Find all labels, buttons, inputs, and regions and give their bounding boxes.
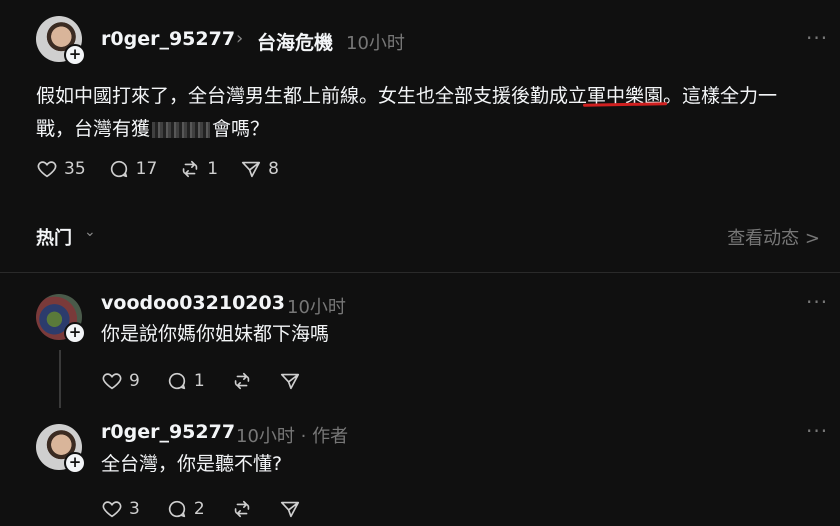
comment-button[interactable]: 2 bbox=[166, 498, 205, 520]
repost-button[interactable] bbox=[231, 370, 253, 392]
avatar[interactable]: + bbox=[36, 16, 86, 66]
reply-actions: 9 1 bbox=[101, 370, 301, 392]
share-button[interactable] bbox=[279, 370, 301, 392]
like-count: 9 bbox=[129, 371, 140, 391]
sort-hot-label[interactable]: 热门 bbox=[36, 224, 72, 250]
reply-username[interactable]: r0ger_95277 bbox=[101, 421, 235, 443]
timestamp: 10小时 bbox=[346, 33, 405, 54]
heart-icon bbox=[102, 373, 122, 390]
plus-icon[interactable]: + bbox=[64, 322, 86, 344]
like-button[interactable]: 3 bbox=[101, 498, 140, 520]
plus-icon[interactable]: + bbox=[64, 44, 86, 66]
more-icon[interactable]: ··· bbox=[806, 26, 828, 50]
reply-timestamp: 10小时 bbox=[287, 297, 346, 318]
like-button[interactable]: 9 bbox=[101, 370, 140, 392]
post-text-underlined: 軍中樂園 bbox=[587, 85, 664, 107]
post-body: 假如中國打來了，全台灣男生都上前線。女生也全部支援後勤成立軍中樂園。這樣全力一 … bbox=[36, 80, 826, 146]
like-count: 35 bbox=[64, 159, 86, 179]
repost-icon bbox=[234, 500, 249, 518]
comment-button[interactable]: 1 bbox=[166, 370, 205, 392]
post-text-line2-b: 會嗎？ bbox=[212, 118, 270, 140]
repost-button[interactable] bbox=[231, 498, 253, 520]
more-icon[interactable]: ··· bbox=[806, 419, 828, 443]
avatar[interactable]: + bbox=[36, 424, 86, 474]
reply-text: 你是說你媽你姐妹都下海嗎 bbox=[101, 323, 330, 345]
post-text-part1: 假如中國打來了，全台灣男生都上前線。女生也全部支援後勤成立 bbox=[36, 85, 588, 107]
comment-count: 1 bbox=[193, 371, 205, 391]
repost-count: 1 bbox=[207, 159, 219, 179]
comment-icon bbox=[110, 160, 127, 178]
comment-count: 2 bbox=[193, 499, 205, 519]
heart-icon bbox=[102, 501, 122, 518]
like-button[interactable]: 35 bbox=[36, 158, 86, 180]
thread-line bbox=[59, 350, 61, 408]
post-text-line2-a: 戰，台灣有獲 bbox=[36, 118, 151, 140]
repost-button[interactable]: 1 bbox=[179, 158, 218, 180]
like-count: 3 bbox=[129, 499, 140, 519]
redacted-text bbox=[152, 121, 211, 138]
share-count: 8 bbox=[268, 159, 279, 179]
post-text-part2: 。這樣全力一 bbox=[663, 85, 778, 107]
divider bbox=[0, 272, 840, 273]
share-icon bbox=[242, 161, 261, 178]
share-icon bbox=[280, 373, 299, 390]
comment-icon bbox=[168, 372, 185, 390]
reply-actions: 3 2 bbox=[101, 498, 301, 520]
post-actions: 35 17 1 8 bbox=[36, 158, 279, 180]
share-button[interactable]: 8 bbox=[240, 158, 279, 180]
comment-button[interactable]: 17 bbox=[108, 158, 158, 180]
repost-icon bbox=[234, 372, 249, 390]
repost-icon bbox=[183, 160, 198, 178]
username[interactable]: r0ger_95277 bbox=[101, 28, 235, 50]
reply-timestamp: 10小时 · 作者 bbox=[236, 426, 349, 447]
share-icon bbox=[280, 501, 299, 518]
more-icon[interactable]: ··· bbox=[806, 290, 828, 314]
chevron-right-icon: › bbox=[236, 28, 244, 49]
avatar[interactable]: + bbox=[36, 294, 86, 344]
reply-text: 全台灣，你是聽不懂? bbox=[101, 453, 283, 475]
reply-username[interactable]: voodoo03210203 bbox=[101, 292, 285, 314]
comment-count: 17 bbox=[135, 159, 158, 179]
comment-icon bbox=[168, 500, 185, 518]
heart-icon bbox=[37, 161, 57, 178]
sort-row: 热门 ⌄ 查看动态 > bbox=[36, 222, 820, 252]
chevron-down-icon[interactable]: ⌄ bbox=[84, 224, 96, 240]
community-link[interactable]: 台海危機 bbox=[257, 28, 333, 55]
share-button[interactable] bbox=[279, 498, 301, 520]
view-activity-link[interactable]: 查看动态 > bbox=[727, 224, 820, 250]
plus-icon[interactable]: + bbox=[64, 452, 86, 474]
